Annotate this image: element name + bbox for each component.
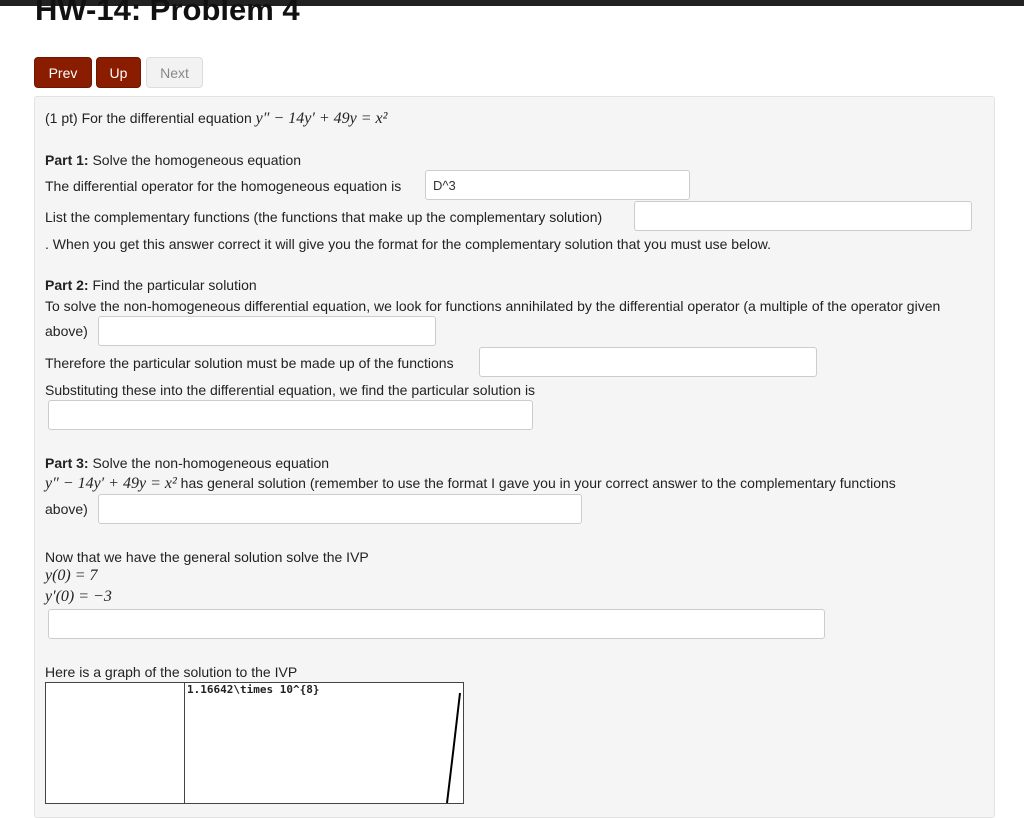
prev-button[interactable]: Prev (34, 57, 92, 88)
ivp-solution-input[interactable] (48, 609, 825, 639)
operator-input[interactable]: D^3 (425, 170, 690, 200)
solution-curve-svg (446, 692, 461, 803)
ivp-condition-1: y(0) = 7 (45, 567, 98, 584)
complementary-note: . When you get this answer correct it wi… (45, 236, 772, 252)
equation: y″ − 14y′ + 49y = x² (255, 110, 388, 127)
general-solution-input[interactable] (98, 494, 582, 524)
ivp-text: Now that we have the general solution so… (45, 549, 369, 565)
substitution-text: Substituting these into the differential… (45, 382, 536, 398)
next-button[interactable]: Next (146, 57, 203, 88)
part1-label: Part 1: (45, 152, 89, 168)
particular-solution-input[interactable] (48, 400, 533, 430)
problem-intro: (1 pt) For the differential equation y″ … (45, 110, 387, 128)
page-title: HW-14: Problem 4 (35, 0, 300, 27)
up-button[interactable]: Up (96, 57, 141, 88)
annihilator-text-cont: above) (45, 323, 88, 339)
part3-equation: y″ − 14y′ + 49y = x² (45, 475, 177, 492)
annihilator-text: To solve the non-homogeneous differentia… (45, 298, 941, 314)
part2-heading-text: Find the particular solution (92, 277, 257, 293)
graph-caption: Here is a graph of the solution to the I… (45, 664, 298, 680)
complementary-input[interactable] (634, 201, 972, 231)
general-text-cont: above) (45, 501, 88, 517)
solution-curve (446, 692, 461, 803)
annihilator-input[interactable] (98, 316, 436, 346)
part1-heading-text: Solve the homogeneous equation (92, 152, 302, 168)
part1-heading: Part 1: Solve the homogeneous equation (45, 152, 301, 168)
general-text: has general solution (remember to use th… (180, 475, 896, 491)
part3-heading: Part 3: Solve the non-homogeneous equati… (45, 455, 329, 471)
intro-text: (1 pt) For the differential equation (45, 110, 252, 126)
functions-text: Therefore the particular solution must b… (45, 355, 454, 371)
part3-label: Part 3: (45, 455, 89, 471)
general-solution-text: y″ − 14y′ + 49y = x² has general solutio… (45, 475, 896, 493)
complementary-text: List the complementary functions (the fu… (45, 209, 603, 225)
functions-input[interactable] (479, 347, 817, 377)
part2-heading: Part 2: Find the particular solution (45, 277, 257, 293)
part2-label: Part 2: (45, 277, 89, 293)
part3-heading-text: Solve the non-homogeneous equation (92, 455, 330, 471)
ivp-condition-2: y′(0) = −3 (45, 588, 112, 605)
solution-graph: 1.16642\times 10^{8} (45, 682, 464, 804)
operator-text: The differential operator for the homoge… (45, 178, 402, 194)
